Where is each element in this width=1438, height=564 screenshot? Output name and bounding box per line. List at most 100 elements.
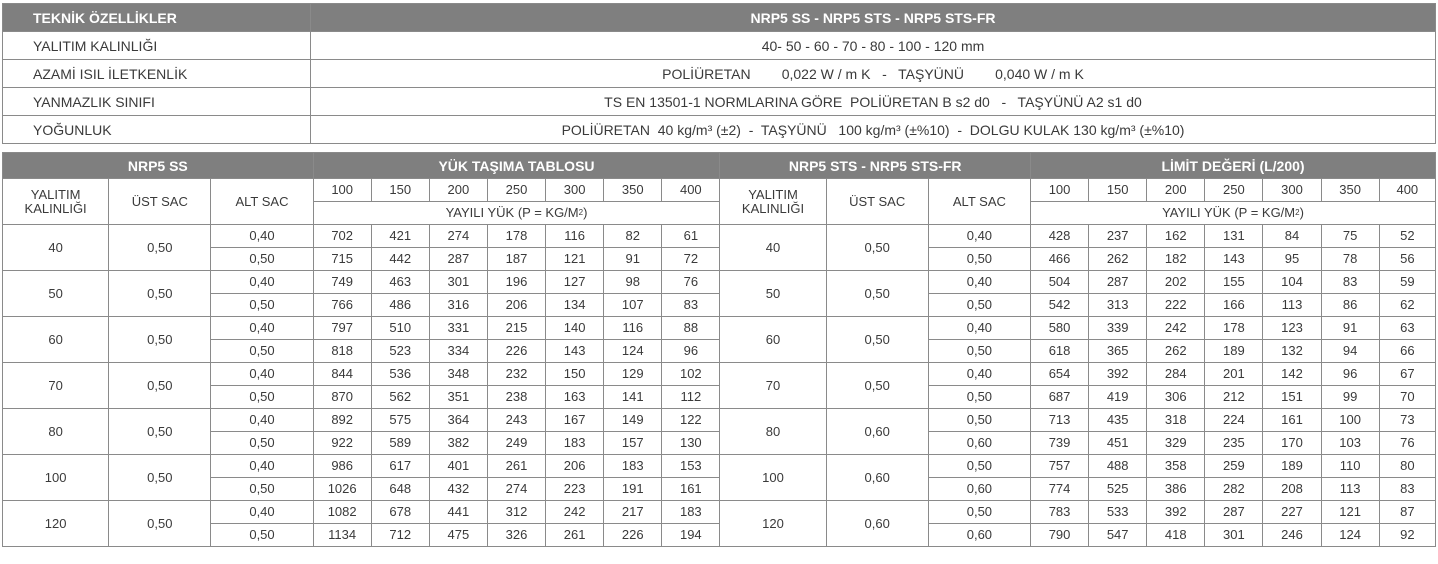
limit-value: 63 — [1378, 316, 1437, 340]
top-sheet-header: ÜST SAC — [825, 178, 929, 225]
load-value: 107 — [603, 293, 663, 317]
limit-value: 142 — [1262, 362, 1322, 386]
limit-value: 91 — [1320, 316, 1380, 340]
load-value: 261 — [486, 454, 547, 478]
limit-value: 170 — [1262, 431, 1322, 455]
load-value: 83 — [661, 293, 721, 317]
span-header: 400 — [661, 178, 721, 202]
load-value: 249 — [486, 431, 547, 455]
insulation-thickness-header: YALITIM KALINLIĞI — [1, 178, 110, 225]
top-sheet: 0,50 — [108, 362, 212, 409]
load-value: 161 — [661, 477, 721, 501]
load-value: 892 — [312, 408, 372, 432]
load-value: 226 — [603, 523, 663, 547]
load-value: 149 — [603, 408, 663, 432]
bottom-sheet-header: ALT SAC — [927, 178, 1032, 225]
limit-value: 435 — [1088, 408, 1148, 432]
limit-value: 790 — [1029, 523, 1090, 547]
distributed-load-close: ) — [583, 205, 588, 220]
limit-value: 224 — [1204, 408, 1264, 432]
load-value: 122 — [661, 408, 721, 432]
limit-value: 533 — [1088, 500, 1148, 524]
limit-value: 739 — [1029, 431, 1090, 455]
bottom-sheet: 0,50 — [210, 247, 314, 271]
top-sheet: 0,50 — [825, 270, 929, 317]
spec-value: TS EN 13501-1 NORMLARINA GÖRE POLİÜRETAN… — [310, 87, 1436, 116]
bottom-sheet: 0,50 — [210, 431, 314, 455]
span-header: 300 — [1262, 178, 1322, 202]
bottom-sheet: 0,50 — [927, 385, 1032, 409]
limit-value: 318 — [1146, 408, 1206, 432]
limit-value: 757 — [1029, 454, 1090, 478]
load-value: 401 — [428, 454, 488, 478]
load-value: 88 — [661, 316, 721, 340]
limit-value: 70 — [1378, 385, 1437, 409]
load-value: 183 — [603, 454, 663, 478]
span-header: 150 — [1088, 178, 1148, 202]
top-sheet: 0,50 — [108, 454, 212, 501]
insulation-thickness: 100 — [719, 454, 827, 501]
limit-value: 419 — [1088, 385, 1148, 409]
insulation-thickness: 120 — [719, 500, 827, 547]
load-value: 441 — [428, 500, 488, 524]
load-bearing-table: NRP5 SS YÜK TAŞIMA TABLOSU NRP5 STS - NRP5… — [1, 152, 1437, 547]
limit-value: 83 — [1320, 270, 1380, 294]
load-value: 163 — [545, 385, 605, 409]
spec-key: YANMAZLIK SINIFI — [2, 87, 311, 116]
load-value: 348 — [428, 362, 488, 386]
limit-value: 131 — [1204, 224, 1264, 248]
spec-header-key: TEKNİK ÖZELLİKLER — [2, 3, 311, 32]
distributed-load-label: YAYILI YÜK (P = KG/M — [1162, 205, 1296, 220]
limit-value: 162 — [1146, 224, 1206, 248]
limit-value: 95 — [1262, 247, 1322, 271]
limit-value: 237 — [1088, 224, 1148, 248]
limit-value: 73 — [1378, 408, 1437, 432]
span-header: 150 — [370, 178, 430, 202]
bottom-sheet: 0,60 — [927, 477, 1032, 501]
column-header-row: YALITIM KALINLIĞI ÜST SAC ALT SAC 100 150 200… — [1, 178, 1437, 225]
limit-value: 282 — [1204, 477, 1264, 501]
insulation-thickness: 50 — [1, 270, 110, 317]
load-value: 112 — [661, 385, 721, 409]
top-sheet: 0,50 — [825, 224, 929, 271]
insulation-thickness: 60 — [719, 316, 827, 363]
load-value: 153 — [661, 454, 721, 478]
distributed-load-header: YAYILI YÜK (P = KG/M2) — [1030, 201, 1436, 225]
limit-value: 182 — [1146, 247, 1206, 271]
limit-value: 365 — [1088, 339, 1148, 363]
bottom-sheet: 0,50 — [927, 500, 1032, 524]
load-value: 140 — [545, 316, 605, 340]
limit-value: 392 — [1088, 362, 1148, 386]
limit-value: 242 — [1146, 316, 1206, 340]
bottom-sheet: 0,40 — [210, 316, 314, 340]
load-value: 127 — [545, 270, 605, 294]
limit-value: 287 — [1204, 500, 1264, 524]
table-row: 0,50 1134 712 475 326 261 226 194 0,60 790 547 418 3… — [3, 523, 1437, 547]
bottom-sheet: 0,50 — [210, 339, 314, 363]
limit-value: 104 — [1262, 270, 1322, 294]
limit-value: 84 — [1262, 224, 1322, 248]
top-sheet-header: ÜST SAC — [108, 178, 212, 225]
limit-value: 124 — [1320, 523, 1380, 547]
load-value: 562 — [370, 385, 430, 409]
limit-value: 386 — [1146, 477, 1206, 501]
insulation-thickness: 40 — [1, 224, 110, 271]
load-value: 510 — [370, 316, 430, 340]
limit-value: 151 — [1262, 385, 1322, 409]
load-value: 91 — [603, 247, 663, 271]
load-value: 523 — [370, 339, 430, 363]
limit-value: 189 — [1204, 339, 1264, 363]
limit-value: 161 — [1262, 408, 1322, 432]
load-value: 178 — [486, 224, 547, 248]
load-value: 678 — [370, 500, 430, 524]
load-value: 183 — [661, 500, 721, 524]
span-header: 200 — [428, 178, 488, 202]
load-value: 702 — [312, 224, 372, 248]
bottom-sheet: 0,50 — [210, 523, 314, 547]
load-value: 712 — [370, 523, 430, 547]
insulation-thickness: 100 — [1, 454, 110, 501]
top-sheet: 0,60 — [825, 454, 929, 501]
table-row: 100 0,50 0,40 986 617 401 261 206 183 153 100 0,60 0… — [1, 454, 1437, 501]
spec-row: AZAMİ ISIL İLETKENLİK POLİÜRETAN 0,022 W … — [2, 59, 1436, 88]
load-value: 1082 — [312, 500, 372, 524]
